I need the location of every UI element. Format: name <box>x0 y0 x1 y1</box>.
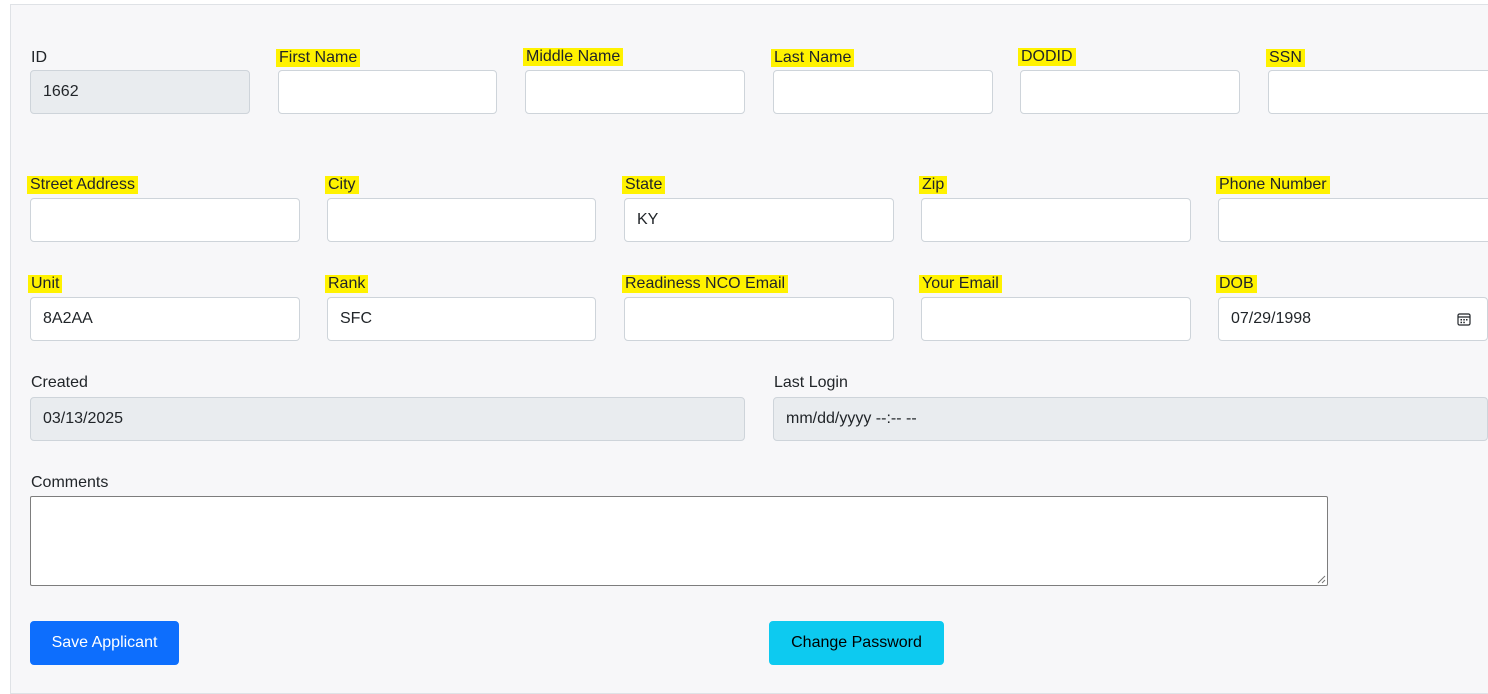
state-label: State <box>622 175 666 195</box>
city-input[interactable] <box>327 198 596 242</box>
middle-name-label: Middle Name <box>523 47 624 67</box>
phone-number-input[interactable] <box>1218 198 1488 242</box>
change-password-button[interactable]: Change Password <box>769 621 944 665</box>
first-name-input[interactable] <box>278 70 497 114</box>
street-address-input[interactable] <box>30 198 300 242</box>
unit-input[interactable]: 8A2AA <box>30 297 300 341</box>
dodid-label: DODID <box>1018 47 1076 67</box>
created-label: Created <box>31 374 88 391</box>
id-label: ID <box>31 49 47 66</box>
your-email-label: Your Email <box>919 274 1002 294</box>
state-input[interactable]: KY <box>624 198 894 242</box>
street-address-label: Street Address <box>27 175 138 195</box>
readiness-nco-email-label: Readiness NCO Email <box>622 274 789 294</box>
created-field: 03/13/2025 <box>30 397 745 441</box>
dob-label: DOB <box>1216 274 1257 294</box>
last-name-input[interactable] <box>773 70 993 114</box>
zip-input[interactable] <box>921 198 1191 242</box>
last-name-label: Last Name <box>771 48 855 68</box>
city-label: City <box>325 175 359 195</box>
resize-grip-icon[interactable] <box>1316 574 1326 584</box>
zip-label: Zip <box>919 175 948 195</box>
middle-name-input[interactable] <box>525 70 745 114</box>
id-field: 1662 <box>30 70 250 114</box>
save-applicant-button[interactable]: Save Applicant <box>30 621 179 665</box>
readiness-nco-email-input[interactable] <box>624 297 894 341</box>
calendar-icon[interactable] <box>1457 312 1471 326</box>
ssn-input[interactable] <box>1268 70 1488 114</box>
last-login-label: Last Login <box>774 374 848 391</box>
unit-label: Unit <box>28 274 63 294</box>
dob-input[interactable]: 07/29/1998 <box>1218 297 1488 341</box>
comments-label: CreatedComments <box>31 474 109 491</box>
phone-number-label: Phone Number <box>1216 175 1330 195</box>
rank-input[interactable]: SFC <box>327 297 596 341</box>
last-login-field: mm/dd/yyyy --:-- -- <box>773 397 1488 441</box>
ssn-label: SSN <box>1266 48 1305 68</box>
your-email-input[interactable] <box>921 297 1191 341</box>
first-name-label: First Name <box>276 48 361 68</box>
comments-textarea[interactable] <box>30 496 1328 586</box>
dodid-input[interactable] <box>1020 70 1240 114</box>
rank-label: Rank <box>325 274 369 294</box>
